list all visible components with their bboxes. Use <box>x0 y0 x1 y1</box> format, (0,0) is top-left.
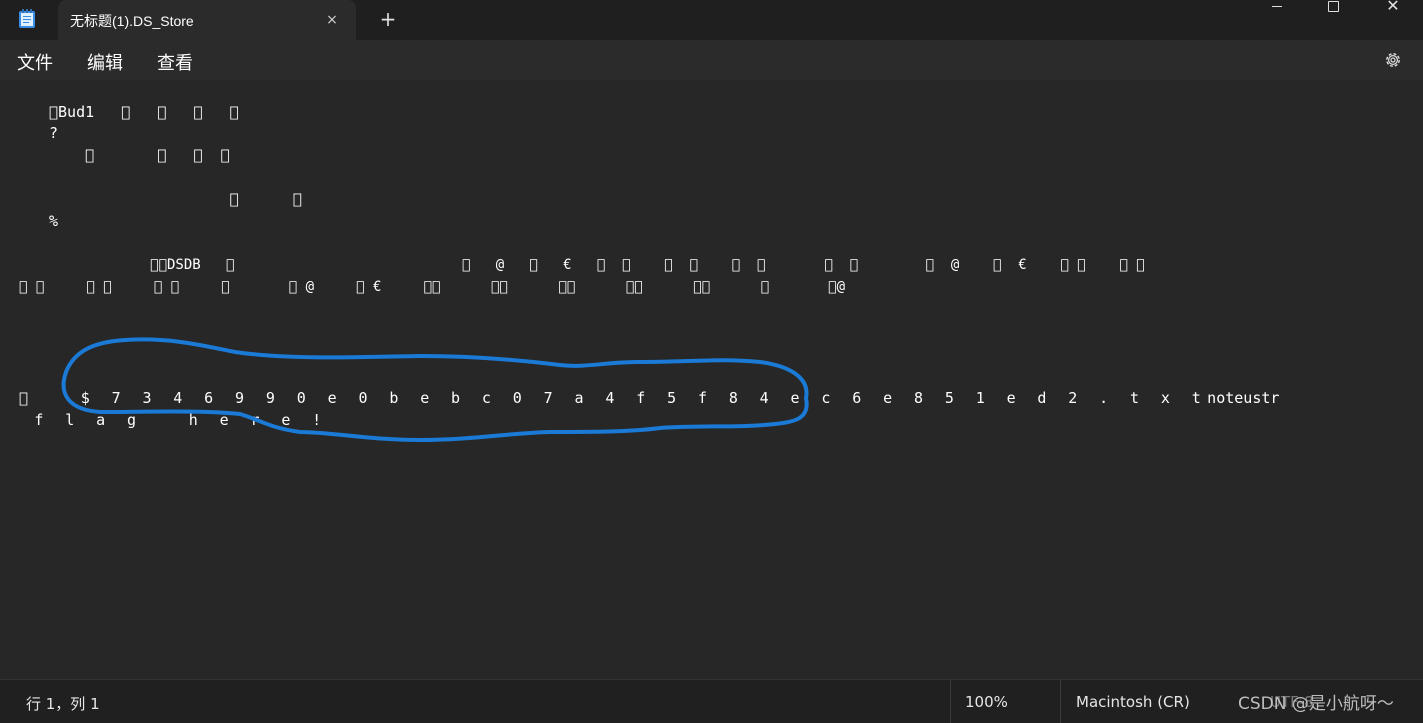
menu-view[interactable]: 查看 <box>157 49 193 75</box>
menu-file[interactable]: 文件 <box>17 49 53 75</box>
close-window-button[interactable]: ✕ <box>1370 0 1416 14</box>
content-line-2: ? <box>49 124 59 142</box>
new-tab-button[interactable]: + <box>376 8 400 32</box>
content-line-13:   $ 7 3 4 6 9 9 0 e 0 b e b c 0 7 a 4 f … <box>19 389 1279 407</box>
maximize-button[interactable] <box>1310 0 1356 14</box>
filename-text:   $ 7 3 4 6 9 9 0 e 0 b e b c 0 7 a 4 f … <box>19 389 1208 407</box>
content-line-8:   DSDB     @   €                   @   €… <box>49 257 1145 273</box>
content-line-5:     <box>49 190 302 208</box>
zoom-level[interactable]: 100% <box>965 693 1008 711</box>
minimize-icon <box>1272 6 1282 7</box>
status-divider <box>1060 680 1061 723</box>
tab-document[interactable]: 无标题(1).DS_Store × <box>58 0 356 40</box>
watermark: CSDN @是小航呀～ <box>1238 694 1394 714</box>
content-line-6: % <box>49 212 59 230</box>
notepad-app-icon <box>19 9 35 28</box>
status-divider <box>950 680 951 723</box>
title-bar: 无标题(1).DS_Store × + ✕ <box>0 0 1423 40</box>
minimize-button[interactable] <box>1254 0 1300 14</box>
content-line-1:  Bud1         <box>49 103 239 121</box>
maximize-icon <box>1327 1 1339 12</box>
content-line-14: f l a g h e r e ! <box>19 411 328 429</box>
settings-gear-icon[interactable] <box>1383 50 1403 70</box>
text-editor[interactable]:  Bud1         ?             %   DSDB    … <box>0 80 1423 678</box>
content-line-3:         <box>49 146 230 164</box>
menu-edit[interactable]: 编辑 <box>87 49 123 75</box>
tab-close-icon[interactable]: × <box>320 8 344 32</box>
status-bar: 行 1，列 1 100% Macintosh (CR) UTF-8 <box>0 679 1423 723</box>
note-text: noteustr <box>1207 389 1280 407</box>
cursor-position: 行 1，列 1 <box>26 695 100 713</box>
menu-bar: 文件 编辑 查看 <box>0 40 1423 80</box>
content-line-9:                 @   €                   … <box>19 279 846 295</box>
line-ending[interactable]: Macintosh (CR) <box>1076 693 1190 711</box>
tab-title: 无标题(1).DS_Store <box>70 13 194 29</box>
